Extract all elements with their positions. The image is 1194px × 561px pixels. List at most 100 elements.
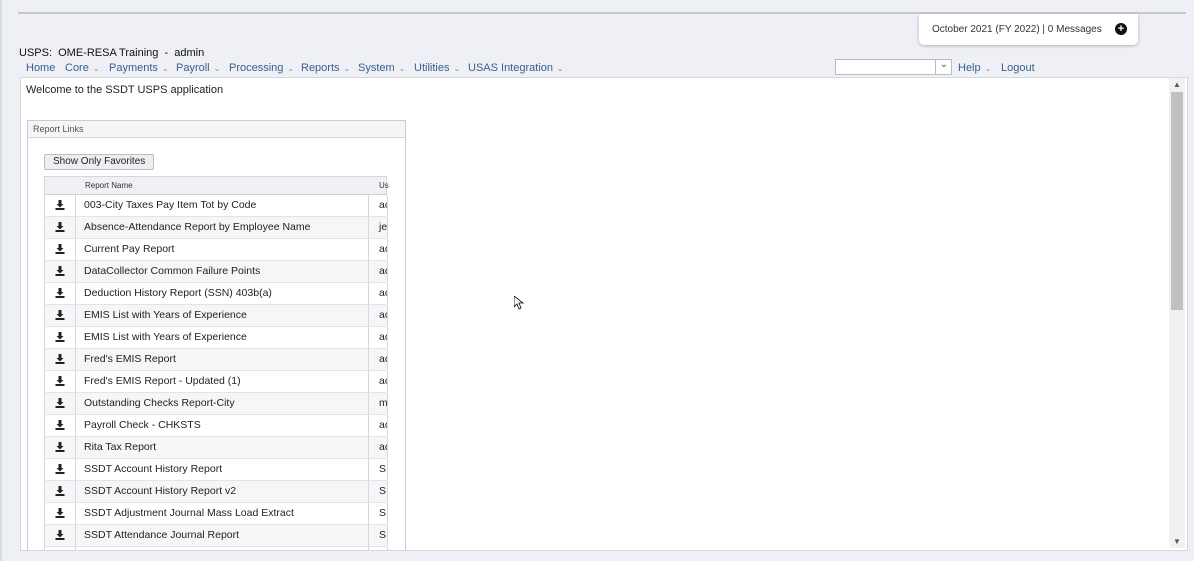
chevron-down-icon: ⌄ xyxy=(984,64,992,73)
download-icon[interactable] xyxy=(44,261,76,282)
nav-item-processing[interactable]: Processing ⌄ xyxy=(229,62,294,74)
nav-item-core[interactable]: Core ⌄ xyxy=(65,62,100,74)
chevron-down-icon: ⌄ xyxy=(557,64,564,73)
report-user: ac xyxy=(379,265,387,277)
download-icon[interactable] xyxy=(44,239,76,260)
report-user: ac xyxy=(379,309,387,321)
window-left-border xyxy=(0,0,2,561)
report-name[interactable]: SSDT Account History Report xyxy=(84,463,222,475)
report-user-cell: ac xyxy=(368,305,388,326)
report-name[interactable]: Fred's EMIS Report xyxy=(84,353,176,365)
nav-item-label: Home xyxy=(26,62,56,74)
report-user-cell: ac xyxy=(368,239,388,260)
nav-search-select[interactable]: ⌄ xyxy=(835,59,952,75)
chevron-down-icon: ⌄ xyxy=(213,64,221,73)
report-name[interactable]: Payroll Check - CHKSTS xyxy=(84,419,201,431)
table-body: 003-City Taxes Pay Item Tot by Code ac Abs… xyxy=(44,195,388,550)
column-header-user[interactable]: Us xyxy=(379,181,389,190)
report-name[interactable]: Rita Tax Report xyxy=(84,441,156,453)
report-name[interactable]: Outstanding Checks Report-City xyxy=(84,397,235,409)
report-name[interactable]: SSDT Attendance Journal Report xyxy=(84,529,239,541)
download-icon[interactable] xyxy=(44,481,76,502)
nav-item-system[interactable]: System ⌄ xyxy=(358,62,405,74)
nav-item-payroll[interactable]: Payroll ⌄ xyxy=(176,62,220,74)
chevron-down-icon[interactable]: ⌄ xyxy=(940,59,948,70)
report-user-cell: ac xyxy=(368,283,388,304)
report-name[interactable]: Current Pay Report xyxy=(84,243,174,255)
report-user: ac xyxy=(379,199,387,211)
report-user: ac xyxy=(379,353,387,365)
report-name[interactable]: SSDT Account History Report v2 xyxy=(84,485,236,497)
download-icon[interactable] xyxy=(44,371,76,392)
table-row[interactable]: Outstanding Checks Report-City m xyxy=(44,393,388,415)
table-row[interactable]: DataCollector Common Failure Points ac xyxy=(44,261,388,283)
download-icon[interactable] xyxy=(44,547,76,550)
table-row[interactable]: SSDT Account History Report v2 S xyxy=(44,481,388,503)
download-icon[interactable] xyxy=(44,393,76,414)
table-row[interactable]: Current Pay Report ac xyxy=(44,239,388,261)
chevron-down-icon: ⌄ xyxy=(161,64,169,73)
table-row[interactable]: Fred's EMIS Report - Updated (1) ac xyxy=(44,371,388,393)
plus-circle-icon[interactable]: + xyxy=(1115,23,1127,35)
report-name[interactable]: Fred's EMIS Report - Updated (1) xyxy=(84,375,241,387)
download-icon[interactable] xyxy=(44,327,76,348)
report-user-cell: S xyxy=(368,525,388,546)
report-name[interactable]: DataCollector Common Failure Points xyxy=(84,265,260,277)
scrollbar-thumb[interactable] xyxy=(1171,92,1183,310)
download-icon[interactable] xyxy=(44,305,76,326)
download-icon[interactable] xyxy=(44,415,76,436)
nav-item-home[interactable]: Home xyxy=(26,62,55,74)
help-label: Help xyxy=(958,62,981,74)
nav-item-usas-integration[interactable]: USAS Integration ⌄ xyxy=(468,62,564,74)
show-only-favorites-button[interactable]: Show Only Favorites xyxy=(44,154,155,170)
panel-title: Report Links xyxy=(28,121,405,138)
report-name[interactable]: 003-City Taxes Pay Item Tot by Code xyxy=(84,199,256,211)
report-name[interactable]: Absence-Attendance Report by Employee Na… xyxy=(84,221,310,233)
report-name[interactable]: SSDT Adjustment Journal Mass Load Extrac… xyxy=(84,507,294,519)
column-header-report-name[interactable]: Report Name xyxy=(85,181,133,190)
report-user: S xyxy=(379,485,387,497)
nav-item-label: Reports xyxy=(301,62,340,74)
download-icon[interactable] xyxy=(44,437,76,458)
download-icon[interactable] xyxy=(44,525,76,546)
table-row[interactable]: SSDT Account History Report S xyxy=(44,459,388,481)
download-icon[interactable] xyxy=(44,459,76,480)
table-row[interactable]: Payroll Check - CHKSTS ac xyxy=(44,415,388,437)
report-user-cell: S xyxy=(368,503,388,524)
help-menu[interactable]: Help ⌄ xyxy=(958,62,991,74)
download-icon[interactable] xyxy=(44,283,76,304)
report-name[interactable]: EMIS List with Years of Experience xyxy=(84,309,247,321)
table-row[interactable]: 003-City Taxes Pay Item Tot by Code ac xyxy=(44,195,388,217)
nav-item-reports[interactable]: Reports ⌄ xyxy=(301,62,350,74)
report-user-cell: ac xyxy=(368,327,388,348)
report-name[interactable]: EMIS List with Years of Experience xyxy=(84,331,247,343)
nav-item-label: Core xyxy=(65,62,89,74)
download-icon[interactable] xyxy=(44,349,76,370)
download-icon[interactable] xyxy=(44,195,76,216)
table-row[interactable]: SSDT Adjustment Journal Mass Load Extrac… xyxy=(44,503,388,525)
scroll-down-arrow-icon[interactable]: ▼ xyxy=(1173,537,1181,546)
report-user-cell: ac xyxy=(368,261,388,282)
table-row[interactable]: Deduction History Report (SSN) 403b(a) ac xyxy=(44,283,388,305)
status-panel: October 2021 (FY 2022) | 0 Messages + xyxy=(919,14,1138,45)
table-row[interactable]: Rita Tax Report ac xyxy=(44,437,388,459)
report-name[interactable]: Deduction History Report (SSN) 403b(a) xyxy=(84,287,272,299)
fiscal-period-status[interactable]: October 2021 (FY 2022) | 0 Messages xyxy=(932,24,1102,35)
logout-link[interactable]: Logout xyxy=(1001,62,1035,74)
download-icon[interactable] xyxy=(44,217,76,238)
table-row[interactable]: Fred's EMIS Report ac xyxy=(44,349,388,371)
scroll-up-arrow-icon[interactable]: ▲ xyxy=(1173,80,1181,89)
download-icon[interactable] xyxy=(44,503,76,524)
vertical-scrollbar[interactable]: ▲ ▼ xyxy=(1169,78,1185,548)
table-row[interactable]: EMIS List with Years of Experience ac xyxy=(44,327,388,349)
table-row[interactable]: SSDT Attendance Journal Report S xyxy=(44,525,388,547)
report-user: ac xyxy=(379,419,387,431)
table-row[interactable]: Absence-Attendance Report by Employee Na… xyxy=(44,217,388,239)
report-user: je xyxy=(379,221,388,233)
table-row[interactable]: EMIS List with Years of Experience ac xyxy=(44,305,388,327)
nav-item-utilities[interactable]: Utilities ⌄ xyxy=(414,62,460,74)
chevron-down-icon: ⌄ xyxy=(398,64,406,73)
report-user: m xyxy=(379,397,388,409)
table-row[interactable]: SSDT Audit TrailS xyxy=(44,547,388,550)
nav-item-payments[interactable]: Payments ⌄ xyxy=(109,62,169,74)
